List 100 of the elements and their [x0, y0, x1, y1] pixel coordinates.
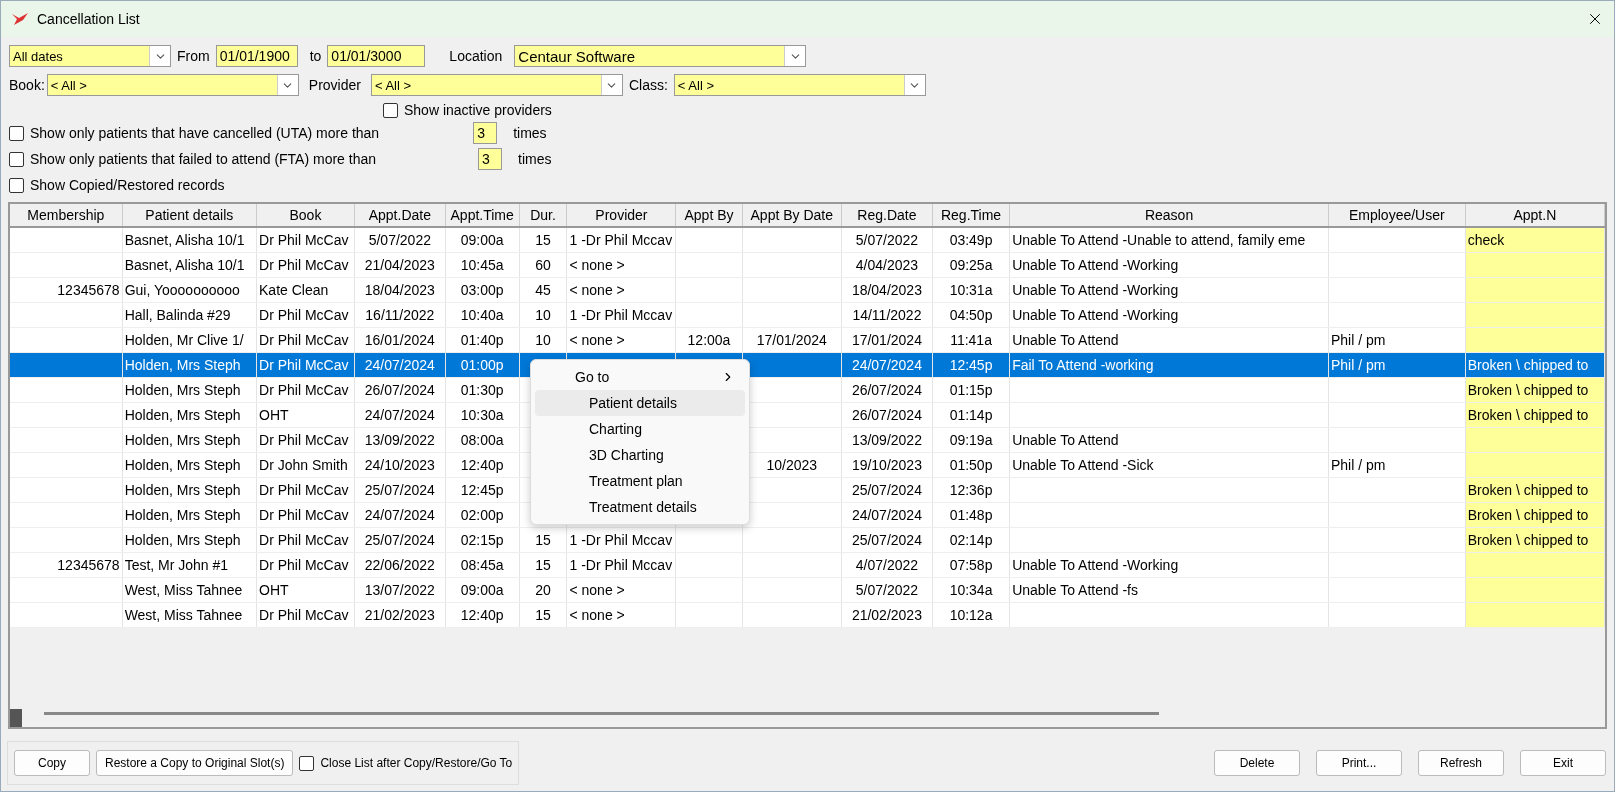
- book-dropdown[interactable]: < All >: [46, 74, 299, 96]
- table-cell: 24/07/2024: [851, 357, 922, 373]
- table-cell: Dr Phil McCav: [259, 332, 349, 348]
- table-cell: 20: [535, 582, 551, 598]
- checkbox[interactable]: Show only patients that have cancelled (UTA) more than: [9, 125, 380, 141]
- date-range-dropdown[interactable]: All dates: [9, 45, 171, 67]
- window-title: Cancellation List: [37, 11, 141, 27]
- times-label: times: [513, 125, 547, 141]
- table-cell: 03:00p: [460, 282, 504, 298]
- table-row[interactable]: Holden, Mr Clive 1/ Dr Phil McCav 16/01/2024 01:40p 10 < none > 12:00a 17/01/2024 17/01/2024 11:41a Unable To Attend Phil / pm: [10, 327, 1605, 353]
- uta-count-field[interactable]: 3: [473, 122, 498, 144]
- to-date-field[interactable]: 01/01/3000: [327, 45, 426, 67]
- table-cell: 45: [535, 282, 551, 298]
- table-cell: 12:45p: [949, 357, 993, 373]
- column-header[interactable]: Appt By: [675, 204, 743, 227]
- horizontal-scrollbar[interactable]: [44, 712, 1159, 715]
- table-cell: 03:49p: [949, 232, 993, 248]
- checkbox[interactable]: Show inactive providers: [383, 102, 552, 118]
- table-cell: 10/2023: [766, 457, 818, 473]
- table-row[interactable]: Basnet, Alisha 10/1 Dr Phil McCav 5/07/2022 09:00a 15 1 -Dr Phil Mccav 5/07/2022 03:49p Unable To Attend -Unable to attend, family eme check: [10, 227, 1605, 253]
- action-button[interactable]: Print...: [1316, 750, 1402, 776]
- table-cell: Broken \ chipped to: [1467, 532, 1589, 548]
- column-header[interactable]: Book: [256, 204, 355, 227]
- table-row[interactable]: Hall, Balinda #29 Dr Phil McCav 16/11/2022 10:40a 10 1 -Dr Phil Mccav 14/11/2022 04:50p Unable To Attend -Working: [10, 302, 1605, 328]
- table-cell: 1 -Dr Phil Mccav: [569, 532, 673, 548]
- column-header[interactable]: Appt.N: [1465, 204, 1605, 227]
- column-header[interactable]: Provider: [566, 204, 676, 227]
- table-cell: Holden, Mrs Steph: [124, 432, 241, 448]
- table-row[interactable]: Holden, Mrs Steph Dr Phil McCav 25/07/2024 02:15p 15 1 -Dr Phil Mccav 25/07/2024 02:14p Broken \ chipped to: [10, 527, 1605, 553]
- location-label: Location: [449, 48, 503, 64]
- column-header[interactable]: Reason: [1009, 204, 1329, 227]
- to-label: to: [309, 48, 322, 64]
- times-label: times: [518, 151, 552, 167]
- location-dropdown[interactable]: Centaur Software: [514, 45, 807, 67]
- book-label: Book:: [9, 77, 45, 93]
- table-cell: 12:00a: [687, 332, 731, 348]
- provider-label: Provider: [308, 77, 361, 93]
- provider-dropdown[interactable]: < All >: [370, 74, 623, 96]
- table-cell: 1 -Dr Phil Mccav: [569, 557, 673, 573]
- table-cell: Dr Phil McCav: [259, 607, 349, 623]
- restore-button[interactable]: Restore a Copy to Original Slot(s): [96, 750, 294, 776]
- table-cell: Unable To Attend -Working: [1012, 307, 1179, 323]
- copy-button[interactable]: Copy: [14, 750, 90, 776]
- table-cell: Broken \ chipped to: [1467, 482, 1589, 498]
- column-header[interactable]: Appt.Date: [354, 204, 446, 227]
- class-label: Class:: [628, 77, 668, 93]
- table-row[interactable]: 12345678 Gui, Yoooooooooo Kate Clean 18/04/2023 03:00p 45 < none > 18/04/2023 10:31a Unable To Attend -Working: [10, 277, 1605, 303]
- table-cell: 01:40p: [460, 332, 504, 348]
- table-row[interactable]: Basnet, Alisha 10/1 Dr Phil McCav 21/04/2023 10:45a 60 < none > 4/04/2023 09:25a Unable To Attend -Working: [10, 252, 1605, 278]
- checkbox[interactable]: Close List after Copy/Restore/Go To: [299, 755, 513, 771]
- table-cell: Holden, Mrs Steph: [124, 482, 241, 498]
- table-cell: Holden, Mrs Steph: [124, 357, 241, 373]
- table-cell: Unable To Attend -Sick: [1012, 457, 1154, 473]
- column-header[interactable]: Dur.: [519, 204, 567, 227]
- table-cell: < none >: [569, 607, 625, 623]
- table-cell: Holden, Mr Clive 1/: [124, 332, 244, 348]
- fta-count-field[interactable]: 3: [478, 148, 503, 170]
- table-cell: 4/04/2023: [855, 257, 919, 273]
- column-header[interactable]: Reg.Date: [841, 204, 933, 227]
- table-cell: 22/06/2022: [364, 557, 435, 573]
- table-cell: 10: [535, 332, 551, 348]
- table-cell: Broken \ chipped to: [1467, 382, 1589, 398]
- table-cell: OHT: [259, 582, 289, 598]
- table-cell: 26/07/2024: [851, 407, 922, 423]
- action-button[interactable]: Delete: [1214, 750, 1300, 776]
- column-header[interactable]: Reg.Time: [932, 204, 1010, 227]
- table-cell: Holden, Mrs Steph: [124, 407, 241, 423]
- table-cell: 5/07/2022: [368, 232, 431, 248]
- table-cell: 15: [535, 607, 551, 623]
- column-header[interactable]: Employee/User: [1328, 204, 1466, 227]
- table-cell: 21/02/2023: [851, 607, 922, 623]
- class-dropdown[interactable]: < All >: [673, 74, 926, 96]
- checkbox[interactable]: Show Copied/Restored records: [9, 177, 225, 193]
- table-row[interactable]: 12345678 Test, Mr John #1 Dr Phil McCav 22/06/2022 08:45a 15 1 -Dr Phil Mccav 4/07/2022 07:58p Unable To Attend -Working: [10, 552, 1605, 578]
- table-row[interactable]: West, Miss Tahnee OHT 13/07/2022 09:00a 20 < none > 5/07/2022 10:34a Unable To Attend -fs: [10, 577, 1605, 603]
- table-cell: Unable To Attend -fs: [1012, 582, 1138, 598]
- table-cell: 24/07/2024: [364, 357, 435, 373]
- table-cell: Dr Phil McCav: [259, 482, 349, 498]
- action-button[interactable]: Refresh: [1418, 750, 1504, 776]
- column-header[interactable]: Patient details: [122, 204, 257, 227]
- action-button[interactable]: Exit: [1520, 750, 1606, 776]
- checkbox[interactable]: Show only patients that failed to attend (FTA) more than: [9, 151, 377, 167]
- table-cell: Unable To Attend -Unable to attend, family eme: [1012, 232, 1306, 248]
- column-header[interactable]: Appt By Date: [742, 204, 842, 227]
- column-header[interactable]: Appt.Time: [445, 204, 519, 227]
- table-cell: 24/07/2024: [364, 507, 435, 523]
- column-header[interactable]: Membership: [10, 204, 123, 227]
- table-cell: < none >: [569, 582, 625, 598]
- table-cell: Test, Mr John #1: [124, 557, 229, 573]
- table-cell: Holden, Mrs Steph: [124, 457, 241, 473]
- menu-item[interactable]: Patient details: [535, 390, 745, 416]
- table-row[interactable]: West, Miss Tahnee Dr Phil McCav 21/02/2023 12:40p 15 < none > 21/02/2023 10:12a: [10, 602, 1605, 628]
- from-date-field[interactable]: 01/01/1900: [215, 45, 298, 67]
- table-cell: 09:00a: [460, 582, 504, 598]
- table-cell: 5/07/2022: [855, 582, 919, 598]
- table-cell: 17/01/2024: [756, 332, 827, 348]
- table-cell: Unable To Attend -Working: [1012, 282, 1179, 298]
- table-cell: < none >: [569, 282, 625, 298]
- table-cell: Dr Phil McCav: [259, 307, 349, 323]
- table-cell: < none >: [569, 257, 625, 273]
